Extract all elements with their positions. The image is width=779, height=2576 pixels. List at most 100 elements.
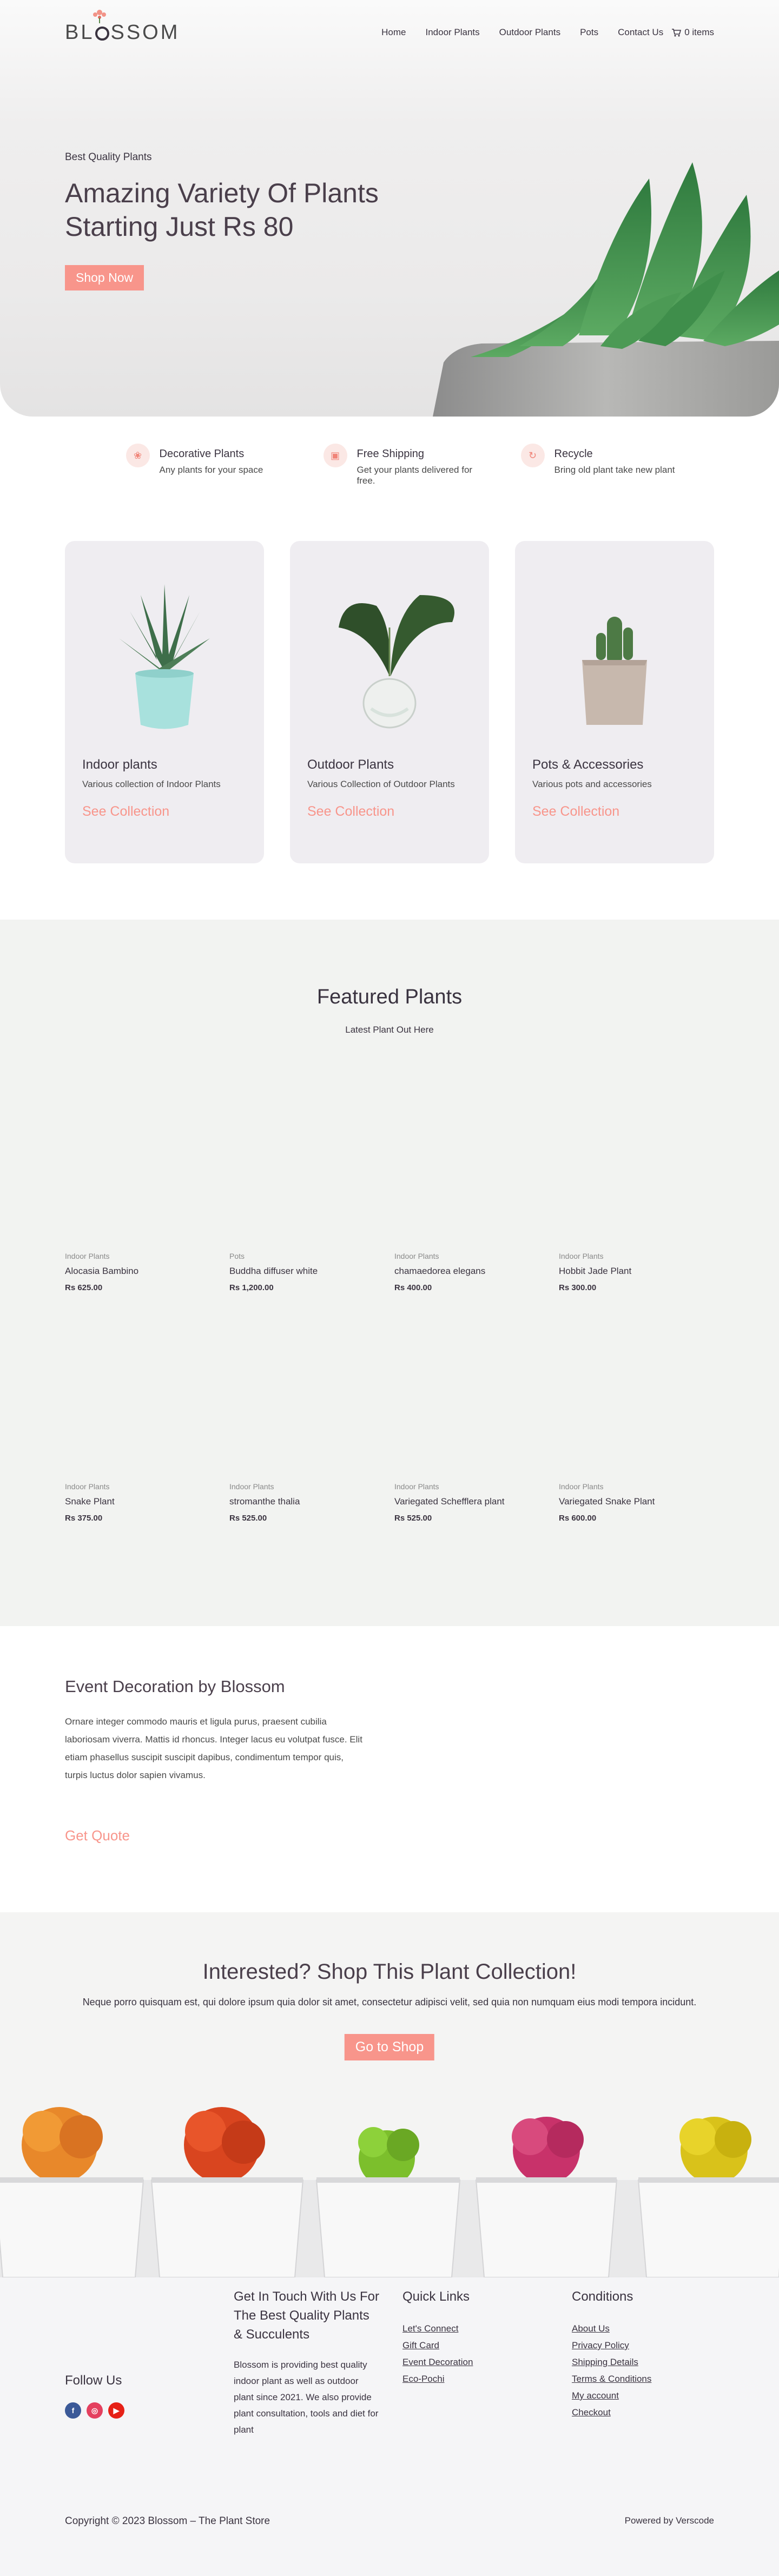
footer-conditions: Conditions About Us Privacy Policy Shipp… xyxy=(572,2287,712,2421)
product-price: Rs 300.00 xyxy=(559,1283,597,1292)
see-collection-link[interactable]: See Collection xyxy=(307,804,472,820)
product-price: Rs 525.00 xyxy=(229,1514,267,1523)
category-title: Pots & Accessories xyxy=(532,757,644,772)
cactus-row-image xyxy=(0,2107,779,2277)
product-card[interactable]: Indoor Plants chamaedorea elegans Rs 400… xyxy=(394,1252,535,1292)
quick-link[interactable]: Gift Card xyxy=(402,2337,543,2354)
cart-icon xyxy=(672,28,682,36)
footer-contact: Get In Touch With Us For The Best Qualit… xyxy=(234,2287,380,2438)
nav-contact-us[interactable]: Contact Us xyxy=(618,27,663,38)
quick-link[interactable]: Event Decoration xyxy=(402,2354,543,2370)
copyright: Copyright © 2023 Blossom – The Plant Sto… xyxy=(65,2515,270,2527)
conditions-title: Conditions xyxy=(572,2289,633,2304)
follow-title: Follow Us xyxy=(65,2373,122,2388)
product-category: Indoor Plants xyxy=(65,1482,110,1491)
shop-now-button[interactable]: Shop Now xyxy=(65,265,144,290)
outdoor-plant-image xyxy=(339,595,454,729)
see-collection-link[interactable]: See Collection xyxy=(532,804,697,820)
hero-copy: Best Quality Plants Amazing Variety Of P… xyxy=(65,151,411,290)
main-nav: Home Indoor Plants Outdoor Plants Pots C… xyxy=(381,27,714,38)
product-card[interactable]: Indoor Plants Variegated Snake Plant Rs … xyxy=(559,1482,699,1523)
product-name[interactable]: Snake Plant xyxy=(65,1496,206,1507)
facebook-icon[interactable]: f xyxy=(65,2402,81,2419)
feature-text: Get your plants delivered for free. xyxy=(357,465,473,486)
go-to-shop-button[interactable]: Go to Shop xyxy=(344,2034,435,2060)
hero-section: BL SSOM Home Indoor Plants Outdoor Plants… xyxy=(0,0,779,417)
flower-logo-icon xyxy=(93,9,106,23)
product-card[interactable]: Indoor Plants Hobbit Jade Plant Rs 300.0… xyxy=(559,1252,699,1292)
event-text: Ornare integer commodo mauris et ligula … xyxy=(65,1716,362,1780)
recycle-icon: ↻ xyxy=(520,444,545,467)
feature-recycle: ↻ Recycle Bring old plant take new plant xyxy=(488,444,686,486)
feature-title: Decorative Plants xyxy=(159,448,245,460)
product-category: Indoor Plants xyxy=(394,1482,439,1491)
product-card[interactable]: Indoor Plants Variegated Schefflera plan… xyxy=(394,1482,535,1523)
condition-link[interactable]: Privacy Policy xyxy=(572,2337,712,2354)
product-price: Rs 525.00 xyxy=(394,1514,432,1523)
indoor-plant-image xyxy=(119,584,210,729)
category-card-indoor: Indoor plants Various collection of Indo… xyxy=(65,541,264,863)
category-text: Various pots and accessories xyxy=(532,779,652,789)
quick-links-title: Quick Links xyxy=(402,2289,470,2304)
get-quote-link[interactable]: Get Quote xyxy=(65,1827,368,1844)
feature-title: Recycle xyxy=(554,448,593,460)
succulent-image xyxy=(433,162,779,417)
product-name[interactable]: Variegated Snake Plant xyxy=(559,1496,699,1507)
product-card[interactable]: Indoor Plants Alocasia Bambino Rs 625.00 xyxy=(65,1252,206,1292)
instagram-icon[interactable]: ◎ xyxy=(87,2402,103,2419)
product-name[interactable]: Variegated Schefflera plant xyxy=(394,1496,535,1507)
quick-link[interactable]: Eco-Pochi xyxy=(402,2370,543,2387)
nav-home[interactable]: Home xyxy=(381,27,406,38)
cactus-pot-image xyxy=(582,617,647,725)
category-card-outdoor: Outdoor Plants Various Collection of Out… xyxy=(290,541,489,863)
product-name[interactable]: chamaedorea elegans xyxy=(394,1266,535,1277)
see-collection-link[interactable]: See Collection xyxy=(82,804,247,820)
hero-eyebrow: Best Quality Plants xyxy=(65,151,152,163)
collection-text: Neque porro quisquam est, qui dolore ips… xyxy=(82,1997,697,2007)
cart-count: 0 items xyxy=(684,27,714,37)
site-footer: Follow Us f ◎ ▶ Get In Touch With Us For… xyxy=(0,2277,779,2576)
featured-subtitle: Latest Plant Out Here xyxy=(345,1025,434,1035)
event-section: Event Decoration by Blossom Ornare integ… xyxy=(65,1677,368,1844)
follow-us: Follow Us f ◎ ▶ xyxy=(65,2373,124,2419)
footer-contact-title: Get In Touch With Us For The Best Qualit… xyxy=(234,2289,379,2342)
condition-link[interactable]: Checkout xyxy=(572,2404,712,2421)
quick-link[interactable]: Let's Connect xyxy=(402,2320,543,2337)
category-text: Various collection of Indoor Plants xyxy=(82,779,221,789)
product-name[interactable]: Alocasia Bambino xyxy=(65,1266,206,1277)
site-header: BL SSOM Home Indoor Plants Outdoor Plants… xyxy=(0,0,779,65)
category-text: Various Collection of Outdoor Plants xyxy=(307,779,455,789)
featured-title: Featured Plants xyxy=(316,986,463,1008)
cart-link[interactable]: 0 items xyxy=(672,27,714,38)
product-card[interactable]: Indoor Plants stromanthe thalia Rs 525.0… xyxy=(229,1482,370,1523)
product-name[interactable]: stromanthe thalia xyxy=(229,1496,370,1507)
product-category: Pots xyxy=(229,1252,245,1260)
footer-contact-text: Blossom is providing best quality indoor… xyxy=(234,2360,379,2435)
box-icon: ▣ xyxy=(323,444,347,467)
condition-link[interactable]: Shipping Details xyxy=(572,2354,712,2370)
feature-text: Any plants for your space xyxy=(159,465,263,475)
product-name[interactable]: Hobbit Jade Plant xyxy=(559,1266,699,1277)
feature-decorative: ❀ Decorative Plants Any plants for your … xyxy=(94,444,291,486)
logo[interactable]: BL SSOM xyxy=(65,9,180,44)
collection-section: Interested? Shop This Plant Collection! … xyxy=(0,1912,779,2277)
condition-link[interactable]: My account xyxy=(572,2387,712,2404)
category-cards: Indoor plants Various collection of Indo… xyxy=(65,541,714,863)
product-price: Rs 375.00 xyxy=(65,1514,103,1523)
featured-plants-section: Featured Plants Latest Plant Out Here In… xyxy=(0,920,779,1626)
product-card[interactable]: Pots Buddha diffuser white Rs 1,200.00 xyxy=(229,1252,370,1292)
footer-bottom: Copyright © 2023 Blossom – The Plant Sto… xyxy=(65,2515,714,2527)
product-price: Rs 625.00 xyxy=(65,1283,103,1292)
nav-indoor-plants[interactable]: Indoor Plants xyxy=(425,27,479,38)
feature-shipping: ▣ Free Shipping Get your plants delivere… xyxy=(291,444,488,486)
product-price: Rs 400.00 xyxy=(394,1283,432,1292)
collection-title: Interested? Shop This Plant Collection! xyxy=(202,1960,577,1984)
nav-pots[interactable]: Pots xyxy=(580,27,598,38)
product-card[interactable]: Indoor Plants Snake Plant Rs 375.00 xyxy=(65,1482,206,1523)
youtube-icon[interactable]: ▶ xyxy=(108,2402,124,2419)
product-name[interactable]: Buddha diffuser white xyxy=(229,1266,370,1277)
powered-by: Powered by Verscode xyxy=(624,2515,714,2526)
nav-outdoor-plants[interactable]: Outdoor Plants xyxy=(499,27,560,38)
condition-link[interactable]: Terms & Conditions xyxy=(572,2370,712,2387)
condition-link[interactable]: About Us xyxy=(572,2320,712,2337)
